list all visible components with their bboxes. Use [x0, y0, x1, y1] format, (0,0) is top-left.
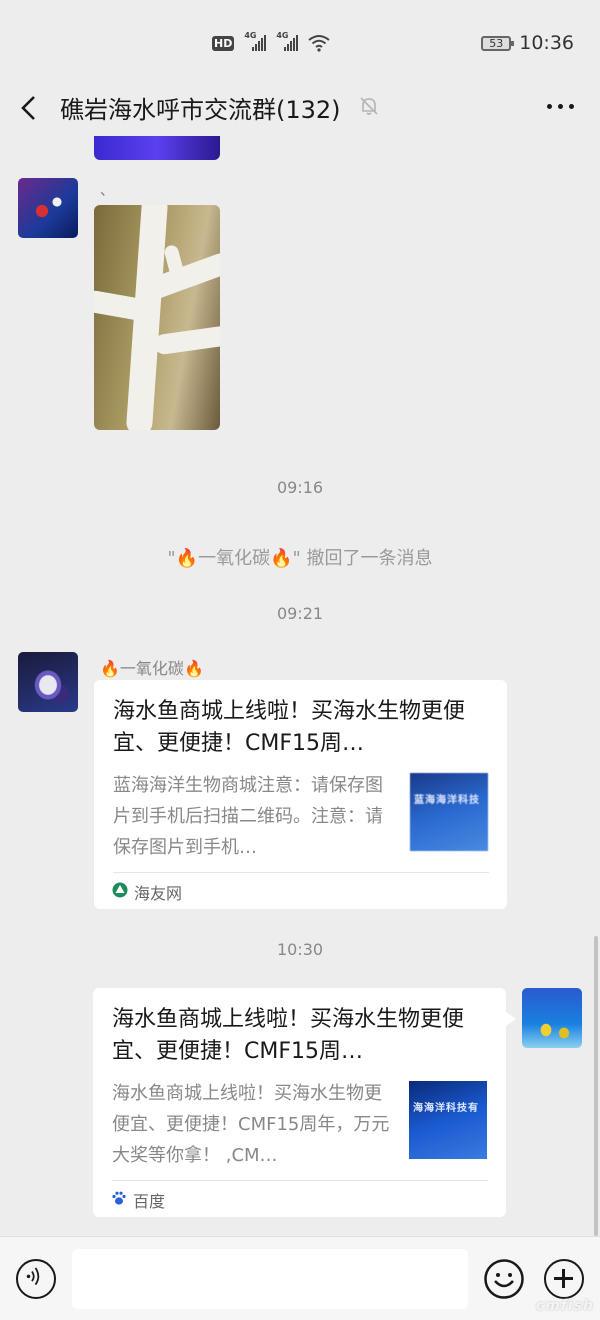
fire-icon: 🔥 — [100, 659, 120, 678]
sender-name-text: 一氧化碳 — [119, 659, 184, 678]
divider — [113, 872, 489, 873]
link-card-source: 海友网 — [134, 884, 183, 903]
recall-user-name: 一氧化碳 — [198, 548, 271, 569]
message-input[interactable] — [72, 1249, 468, 1309]
watermark: cmfish — [535, 1298, 594, 1314]
timestamp: 09:21 — [276, 604, 324, 623]
link-card[interactable]: 海水鱼商城上线啦！买海水生物更便宜、更便捷！CMF15周… 蓝海海洋生物商城注意… — [94, 680, 507, 909]
back-arrow-icon[interactable] — [16, 94, 44, 122]
link-card-title: 海水鱼商城上线啦！买海水生物更便宜、更便捷！CMF15周… — [113, 699, 466, 756]
thumbnail-text: 海海洋科技有 — [413, 1103, 479, 1114]
fire-icon: 🔥 — [175, 548, 199, 569]
quote-mark: " — [292, 548, 301, 569]
link-card-thumbnail: 海海洋科技有 — [409, 1081, 487, 1159]
link-card-thumbnail: 蓝海海洋科技 — [410, 773, 488, 851]
link-card-title: 海水鱼商城上线啦！买海水生物更便宜、更便捷！CMF15周… — [112, 1007, 465, 1064]
thumbnail-text: 蓝海海洋科技 — [414, 795, 480, 806]
emoji-icon[interactable] — [484, 1259, 524, 1299]
recall-notice: "🔥一氧化碳🔥" 撤回了一条消息 — [0, 544, 600, 570]
sender-name: 🔥一氧化碳🔥 — [100, 655, 204, 679]
status-right: 53 10:36 — [481, 32, 574, 54]
chat-title: 礁岩海水呼市交流群(132) — [60, 96, 341, 124]
link-card-description: 蓝海海洋生物商城注意：请保存图片到手机后扫描二维码。注意：请保存图片到手机… — [113, 775, 383, 858]
avatar[interactable] — [18, 178, 78, 238]
signal-icon: 4G — [276, 31, 299, 51]
avatar[interactable] — [18, 652, 78, 712]
clock: 10:36 — [519, 32, 574, 54]
coral-photo-message[interactable] — [94, 205, 220, 430]
voice-input-icon[interactable] — [16, 1259, 56, 1299]
link-card-source: 百度 — [133, 1192, 166, 1211]
status-bar: HD 4G 4G 53 10:36 — [0, 0, 600, 90]
signal-icon: 4G — [244, 31, 267, 51]
fire-icon: 🔥 — [183, 659, 204, 678]
recall-text: 撤回了一条消息 — [300, 548, 433, 569]
quote-mark: " — [167, 548, 176, 569]
sender-name: 、 — [100, 183, 114, 199]
haiyou-logo-icon — [112, 882, 128, 898]
input-bar — [0, 1236, 600, 1320]
wifi-icon — [308, 35, 330, 52]
timestamp: 09:16 — [276, 478, 324, 497]
mute-bell-icon — [360, 97, 378, 115]
link-card-description: 海水鱼商城上线啦！买海水生物更便宜、更便捷！CMF15周年，万元大奖等你拿！ ,… — [112, 1083, 390, 1166]
hd-badge: HD — [212, 35, 235, 51]
network-label: 4G — [276, 31, 289, 40]
network-label: 4G — [244, 31, 257, 40]
chat-header: 礁岩海水呼市交流群(132) — [0, 80, 600, 136]
more-options-icon[interactable] — [547, 104, 574, 109]
more-functions-plus-icon[interactable] — [544, 1259, 584, 1299]
battery-icon: 53 — [481, 35, 515, 51]
my-avatar[interactable] — [522, 988, 582, 1048]
previous-image-message[interactable] — [94, 136, 220, 160]
fire-icon: 🔥 — [270, 548, 293, 569]
link-card[interactable]: 海水鱼商城上线啦！买海水生物更便宜、更便捷！CMF15周… 海水鱼商城上线啦！买… — [93, 988, 516, 1217]
timestamp: 10:30 — [276, 940, 324, 959]
baidu-paw-icon — [112, 1191, 126, 1205]
divider — [112, 1180, 488, 1181]
scrollbar[interactable] — [594, 936, 598, 1236]
status-left: HD 4G 4G — [212, 31, 330, 52]
